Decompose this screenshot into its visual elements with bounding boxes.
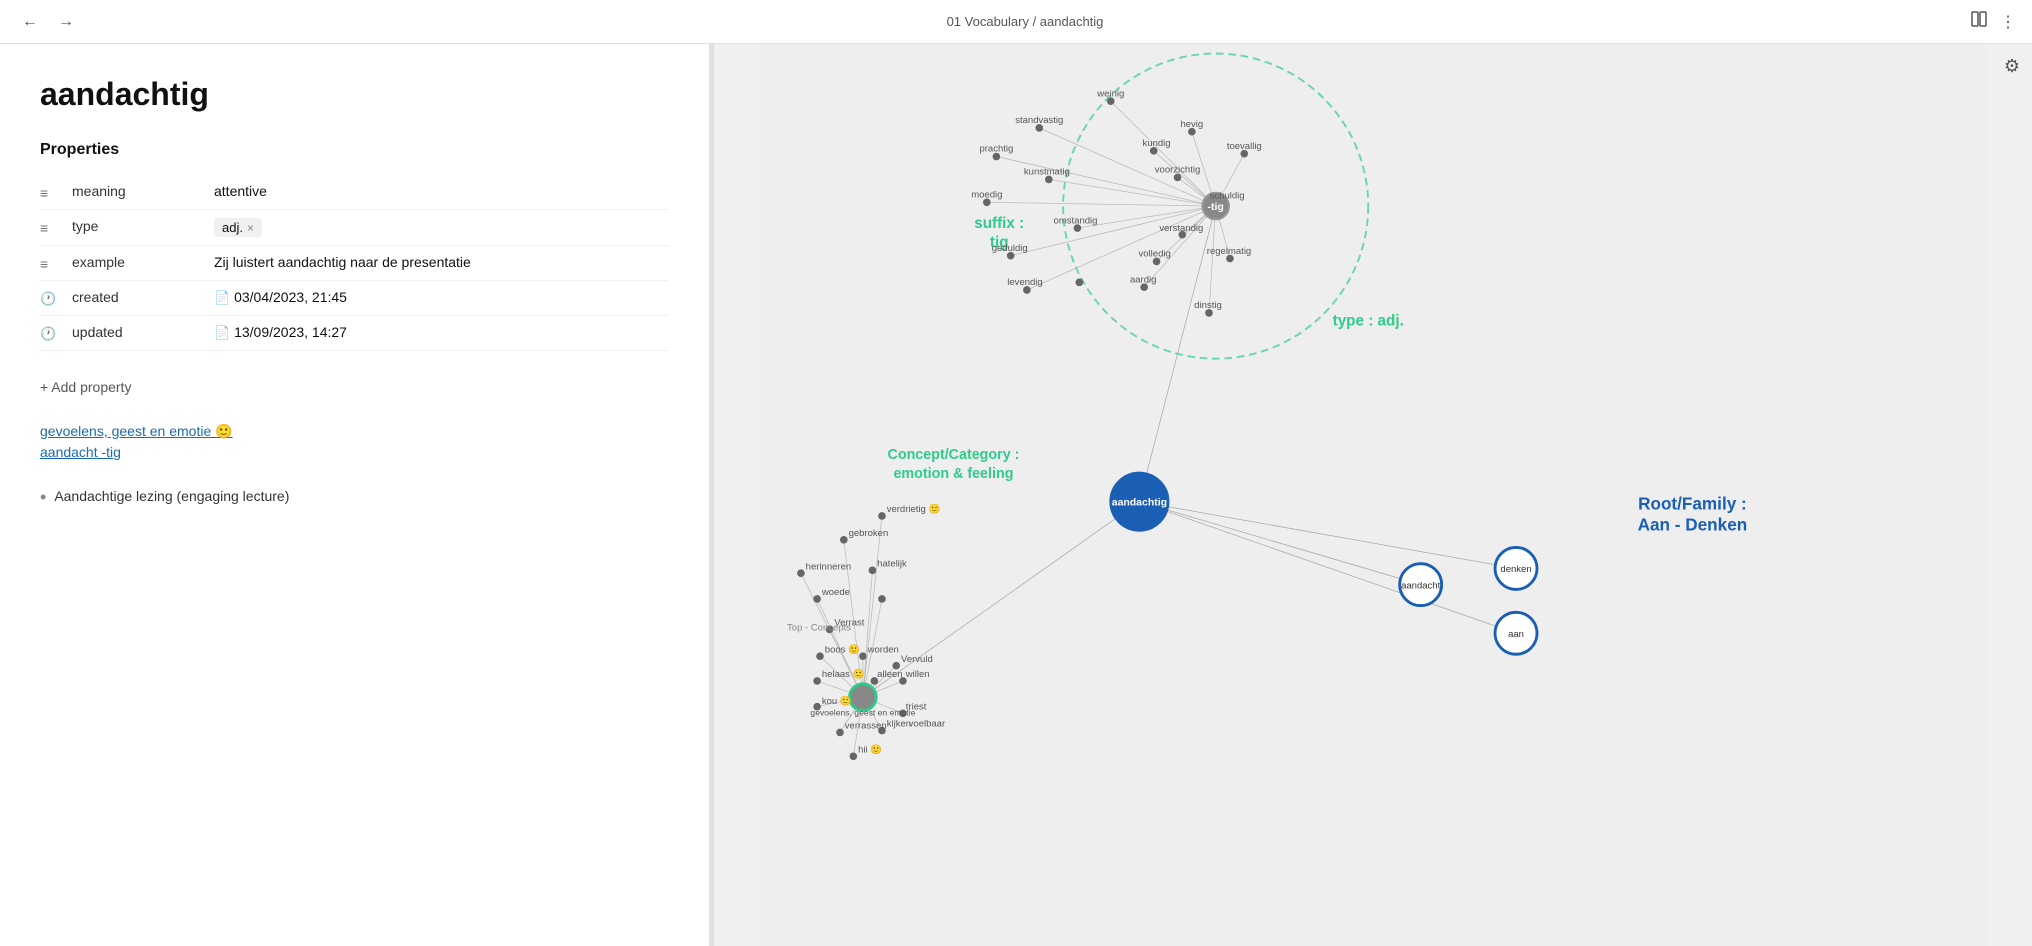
svg-text:verdrietig 🙂: verdrietig 🙂 bbox=[887, 503, 941, 515]
page-title: aandachtig bbox=[40, 76, 669, 113]
created-clock-icon: 🕐 bbox=[40, 291, 60, 307]
meaning-icon: ≡ bbox=[40, 185, 60, 201]
example-label: example bbox=[72, 254, 202, 270]
meaning-label: meaning bbox=[72, 183, 202, 199]
svg-text:gevoelens, geest en emotie: gevoelens, geest en emotie bbox=[810, 707, 915, 717]
links-section: gevoelens, geest en emotie 🙂 aandacht -t… bbox=[40, 423, 669, 460]
breadcrumb: 01 Vocabulary / aandachtig bbox=[96, 14, 1954, 29]
properties-section: Properties ≡ meaning attentive ≡ type bbox=[40, 141, 669, 399]
svg-text:weinig: weinig bbox=[1096, 88, 1124, 99]
example-item-1: • Aandachtige lezing (engaging lecture) bbox=[40, 484, 669, 510]
properties-list: ≡ meaning attentive ≡ type adj. × bbox=[40, 175, 669, 351]
svg-text:denken: denken bbox=[1500, 564, 1531, 575]
created-value: 📄 03/04/2023, 21:45 bbox=[214, 289, 669, 306]
svg-text:voorzichtig: voorzichtig bbox=[1155, 165, 1200, 176]
meaning-value: attentive bbox=[214, 183, 669, 199]
svg-text:kijken: kijken bbox=[887, 719, 911, 730]
svg-text:hevig: hevig bbox=[1180, 119, 1203, 130]
svg-text:woede: woede bbox=[821, 587, 850, 598]
example-icon: ≡ bbox=[40, 256, 60, 272]
example-text: Aandachtige lezing (engaging lecture) bbox=[54, 488, 289, 504]
book-icon-button[interactable] bbox=[1970, 10, 1988, 33]
svg-text:dinstig: dinstig bbox=[1194, 300, 1222, 311]
type-icon: ≡ bbox=[40, 220, 60, 236]
svg-text:kunstmatig: kunstmatig bbox=[1024, 167, 1070, 178]
example-value: Zij luistert aandachtig naar de presenta… bbox=[214, 254, 669, 270]
property-row-example: ≡ example Zij luistert aandachtig naar d… bbox=[40, 246, 669, 281]
header-icons: ⋮ bbox=[1970, 10, 2016, 33]
property-row-type: ≡ type adj. × bbox=[40, 210, 669, 246]
link-item-2: aandacht -tig bbox=[40, 444, 669, 460]
nav-buttons: ← → bbox=[16, 9, 80, 35]
type-tag: adj. × bbox=[214, 218, 262, 237]
property-row-updated: 🕐 updated 📄 13/09/2023, 14:27 bbox=[40, 316, 669, 351]
svg-text:Vervuld: Vervuld bbox=[901, 654, 933, 665]
right-panel: ⚙ bbox=[714, 44, 2032, 946]
svg-text:prachtig: prachtig bbox=[979, 144, 1013, 155]
examples-section: • Aandachtige lezing (engaging lecture) bbox=[40, 484, 669, 510]
svg-text:boos 🙂: boos 🙂 bbox=[825, 643, 860, 655]
svg-text:geduldig: geduldig bbox=[992, 243, 1028, 254]
created-label: created bbox=[72, 289, 202, 305]
svg-text:volledig: volledig bbox=[1139, 249, 1171, 260]
aandacht-link[interactable]: aandacht bbox=[40, 444, 98, 460]
svg-text:moedig: moedig bbox=[971, 190, 1002, 201]
svg-text:standvastig: standvastig bbox=[1015, 115, 1063, 126]
main-content: aandachtig Properties ≡ meaning attentiv… bbox=[0, 44, 2032, 946]
svg-text:aan: aan bbox=[1508, 629, 1524, 640]
properties-heading: Properties bbox=[40, 141, 669, 159]
left-panel: aandachtig Properties ≡ meaning attentiv… bbox=[0, 44, 710, 946]
svg-text:regelmatig: regelmatig bbox=[1207, 246, 1251, 257]
svg-text:willen: willen bbox=[905, 669, 930, 680]
svg-text:Aan - Denken: Aan - Denken bbox=[1638, 514, 1748, 534]
svg-text:omstandig: omstandig bbox=[1054, 215, 1098, 226]
type-value: adj. × bbox=[214, 218, 669, 237]
svg-text:hii 🙂: hii 🙂 bbox=[858, 743, 882, 755]
svg-text:aandachtig: aandachtig bbox=[1112, 497, 1167, 508]
svg-text:suffix :: suffix : bbox=[974, 215, 1024, 232]
svg-text:Verrast: Verrast bbox=[834, 618, 865, 629]
svg-text:verstandig: verstandig bbox=[1159, 223, 1203, 234]
svg-text:aardig: aardig bbox=[1130, 274, 1156, 285]
svg-text:schuldig: schuldig bbox=[1210, 190, 1245, 201]
svg-text:toevallig: toevallig bbox=[1227, 141, 1262, 152]
property-row-meaning: ≡ meaning attentive bbox=[40, 175, 669, 210]
property-row-created: 🕐 created 📄 03/04/2023, 21:45 bbox=[40, 281, 669, 316]
tig-link[interactable]: -tig bbox=[98, 444, 121, 460]
forward-button[interactable]: → bbox=[52, 9, 80, 35]
svg-text:emotion & feeling: emotion & feeling bbox=[893, 466, 1013, 482]
add-property-button[interactable]: + Add property bbox=[40, 375, 131, 399]
svg-text:worden: worden bbox=[867, 644, 899, 655]
svg-text:herinneren: herinneren bbox=[806, 561, 852, 572]
svg-text:levendig: levendig bbox=[1007, 277, 1042, 288]
type-tag-remove[interactable]: × bbox=[247, 221, 254, 235]
svg-text:kou 🙂: kou 🙂 bbox=[822, 695, 852, 707]
graph-svg: -tig bbox=[714, 44, 2032, 946]
app-header: ← → 01 Vocabulary / aandachtig ⋮ bbox=[0, 0, 2032, 44]
svg-text:-tig: -tig bbox=[1208, 202, 1224, 213]
more-options-button[interactable]: ⋮ bbox=[2000, 10, 2016, 33]
svg-text:kundig: kundig bbox=[1143, 138, 1171, 149]
settings-button[interactable]: ⚙ bbox=[2004, 56, 2020, 77]
svg-text:type : adj.: type : adj. bbox=[1333, 312, 1404, 329]
bullet-icon: • bbox=[40, 488, 46, 506]
svg-text:verrassen: verrassen bbox=[845, 721, 887, 732]
svg-text:helaas 🙂: helaas 🙂 bbox=[822, 668, 865, 680]
gevoelens-link[interactable]: gevoelens, geest en emotie 🙂 bbox=[40, 423, 233, 439]
updated-clock-icon: 🕐 bbox=[40, 326, 60, 342]
svg-text:Root/Family :: Root/Family : bbox=[1638, 493, 1747, 513]
updated-label: updated bbox=[72, 324, 202, 340]
svg-text:aandacht: aandacht bbox=[1401, 580, 1441, 591]
svg-text:voelbaar: voelbaar bbox=[909, 719, 946, 730]
svg-text:alleen: alleen bbox=[877, 669, 902, 680]
type-label: type bbox=[72, 218, 202, 234]
svg-text:gebroken: gebroken bbox=[849, 528, 889, 539]
link-item-1[interactable]: gevoelens, geest en emotie 🙂 bbox=[40, 423, 669, 440]
type-tag-text: adj. bbox=[222, 220, 243, 235]
svg-text:Concept/Category :: Concept/Category : bbox=[888, 447, 1020, 463]
back-button[interactable]: ← bbox=[16, 9, 44, 35]
updated-value: 📄 13/09/2023, 14:27 bbox=[214, 324, 669, 341]
svg-text:hatelijk: hatelijk bbox=[877, 559, 907, 570]
